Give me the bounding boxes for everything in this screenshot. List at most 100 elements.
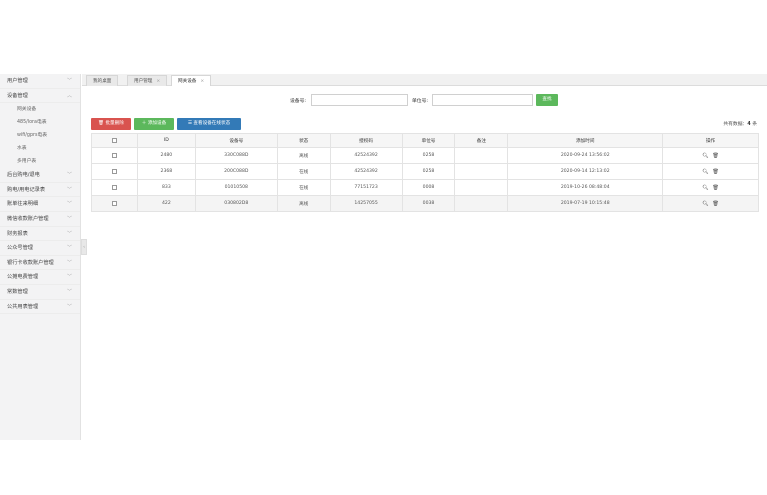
sidebar-item-label: 后台购电/退电 <box>7 172 40 179</box>
sidebar-item-shared-fee[interactable]: 公摊电费管理 ﹀ <box>0 270 80 285</box>
sidebar-item-label: 财务报表 <box>7 230 28 237</box>
cell-remark <box>454 179 509 196</box>
batch-delete-button[interactable]: 🗑 批量删除 <box>91 118 131 130</box>
col-header[interactable]: ID <box>136 133 196 148</box>
chevron-down-icon: ﹀ <box>66 230 72 237</box>
search-icon[interactable]: 🔍︎ <box>702 185 708 191</box>
cell-unit: 0258 <box>401 147 456 164</box>
cell-auth: 77151723 <box>329 179 403 196</box>
row-select-cell <box>91 195 138 212</box>
cell-status: 离线 <box>276 195 331 212</box>
tab-label: 网关设备 <box>178 79 197 84</box>
sidebar-item-label: 微信收款账户管理 <box>7 215 49 222</box>
cell-time: 2020-09-24 13:56:02 <box>507 147 664 164</box>
row-checkbox[interactable] <box>111 200 117 206</box>
device-table: ID 设备号 状态 授权码 单位号 备注 添加时间 操作 2480 330C08… <box>91 133 759 212</box>
col-header[interactable]: 单位号 <box>401 133 456 148</box>
sidebar-item-devices[interactable]: 设备管理 ︿ <box>0 89 80 104</box>
col-header[interactable]: 授权码 <box>329 133 403 148</box>
cell-device: 030802D8 <box>194 195 278 212</box>
sidebar-subitem-485-meter[interactable]: 485/lora电表 <box>0 116 80 129</box>
cell-actions: 🔍︎ 🗑︎ <box>662 147 759 164</box>
search-button[interactable]: 查找 <box>536 94 558 106</box>
trash-icon[interactable]: 🗑︎ <box>713 201 719 207</box>
chevron-down-icon: ﹀ <box>66 245 72 252</box>
sidebar-item-label: 公共用表管理 <box>7 303 39 310</box>
sidebar-item-label: 账单往来明细 <box>7 201 39 208</box>
table-row: 833 01010508 在线 77151723 0008 2019-10-26… <box>91 179 759 196</box>
sidebar-item-label: 常数管理 <box>7 288 28 295</box>
chevron-up-icon: ︿ <box>66 92 72 99</box>
unit-input[interactable] <box>432 94 533 106</box>
sidebar-item-records[interactable]: 购电/用电记录表 ﹀ <box>0 183 80 198</box>
cell-auth: 42524392 <box>329 147 403 164</box>
close-icon[interactable]: × <box>156 79 160 84</box>
tab-bar: 我的桌面 用户管理 × 网关设备 × <box>82 74 767 86</box>
close-icon[interactable]: × <box>200 79 204 84</box>
cell-status: 在线 <box>276 179 331 196</box>
sidebar-subitem-gateway[interactable]: 网关设备 <box>0 103 80 116</box>
sidebar-item-users[interactable]: 用户管理 ﹀ <box>0 74 80 89</box>
sidebar-item-constants[interactable]: 常数管理 ﹀ <box>0 285 80 300</box>
total-count: 共有数据：4 条 <box>723 120 757 127</box>
cell-device: 200C088D <box>194 163 278 180</box>
device-input[interactable] <box>311 94 408 106</box>
tab-gateway[interactable]: 网关设备 × <box>171 75 212 86</box>
sidebar-item-label: 公众号管理 <box>7 245 33 252</box>
view-online-status-button[interactable]: ☰ 查看设备在线状态 <box>177 118 241 130</box>
col-header[interactable]: 添加时间 <box>507 133 664 148</box>
col-header[interactable]: 状态 <box>276 133 331 148</box>
sidebar-subitem-wifi-meter[interactable]: wifi/gprs电表 <box>0 129 80 142</box>
sidebar-item-label: 用户管理 <box>7 78 28 84</box>
table-row: 422 030802D8 离线 14257055 0038 2019-07-19… <box>91 195 759 212</box>
cell-status: 在线 <box>276 163 331 180</box>
row-checkbox[interactable] <box>111 184 117 190</box>
sidebar-item-recharge[interactable]: 后台购电/退电 ﹀ <box>0 168 80 183</box>
tab-users[interactable]: 用户管理 × <box>127 75 168 86</box>
chevron-down-icon: ﹀ <box>66 288 72 295</box>
device-label: 设备号: <box>290 99 307 104</box>
cell-remark <box>454 195 509 212</box>
sidebar-item-bills[interactable]: 账单往来明细 ﹀ <box>0 197 80 212</box>
row-select-cell <box>91 163 138 180</box>
sidebar-item-official-account[interactable]: 公众号管理 ﹀ <box>0 241 80 256</box>
cell-unit: 0258 <box>401 163 456 180</box>
sidebar-item-wechat[interactable]: 微信收款账户管理 ﹀ <box>0 212 80 227</box>
sidebar-item-bank[interactable]: 银行卡收款账户管理 ﹀ <box>0 256 80 271</box>
sidebar-item-public-meters[interactable]: 公共用表管理 ﹀ <box>0 300 80 315</box>
search-icon[interactable]: 🔍︎ <box>702 169 708 175</box>
tab-desktop[interactable]: 我的桌面 <box>86 75 119 86</box>
cell-unit: 0008 <box>401 179 456 196</box>
unit-label: 单位号: <box>412 99 429 104</box>
sidebar: 用户管理 ﹀ 设备管理 ︿ 网关设备 485/lora电表 wifi/gprs电表 … <box>0 74 81 440</box>
sidebar-item-label: 公摊电费管理 <box>7 274 39 281</box>
tab-label: 我的桌面 <box>93 79 112 84</box>
trash-icon[interactable]: 🗑︎ <box>713 185 719 191</box>
search-icon[interactable]: 🔍︎ <box>702 153 708 159</box>
add-device-button[interactable]: ＋ 添加设备 <box>134 118 174 130</box>
button-label: 查看设备在线状态 <box>193 121 231 126</box>
cell-status: 离线 <box>276 147 331 164</box>
tab-label: 用户管理 <box>134 79 153 84</box>
sidebar-subitem-multi-user[interactable]: 多用户表 <box>0 155 80 168</box>
col-header[interactable]: 备注 <box>454 133 509 148</box>
button-label: 添加设备 <box>147 121 167 126</box>
sidebar-subitem-water-meter[interactable]: 水表 <box>0 142 80 155</box>
chevron-down-icon: ﹀ <box>66 215 72 222</box>
total-label: 共有数据： <box>723 122 748 127</box>
trash-icon[interactable]: 🗑︎ <box>713 169 719 175</box>
cell-actions: 🔍︎ 🗑︎ <box>662 163 759 180</box>
sidebar-item-label: 购电/用电记录表 <box>7 186 46 193</box>
table-row: 2368 200C088D 在线 42524392 0258 2020-09-1… <box>91 163 759 180</box>
col-header: 操作 <box>662 133 759 148</box>
row-checkbox[interactable] <box>111 168 117 174</box>
search-icon[interactable]: 🔍︎ <box>702 201 708 207</box>
row-checkbox[interactable] <box>111 152 117 158</box>
chevron-down-icon: ﹀ <box>66 259 72 266</box>
cell-time: 2020-09-14 12:13:02 <box>507 163 664 180</box>
select-all-checkbox[interactable] <box>111 137 117 143</box>
select-all-cell <box>91 133 138 148</box>
col-header[interactable]: 设备号 <box>194 133 278 148</box>
trash-icon[interactable]: 🗑︎ <box>713 153 719 159</box>
sidebar-item-finance[interactable]: 财务报表 ﹀ <box>0 227 80 242</box>
